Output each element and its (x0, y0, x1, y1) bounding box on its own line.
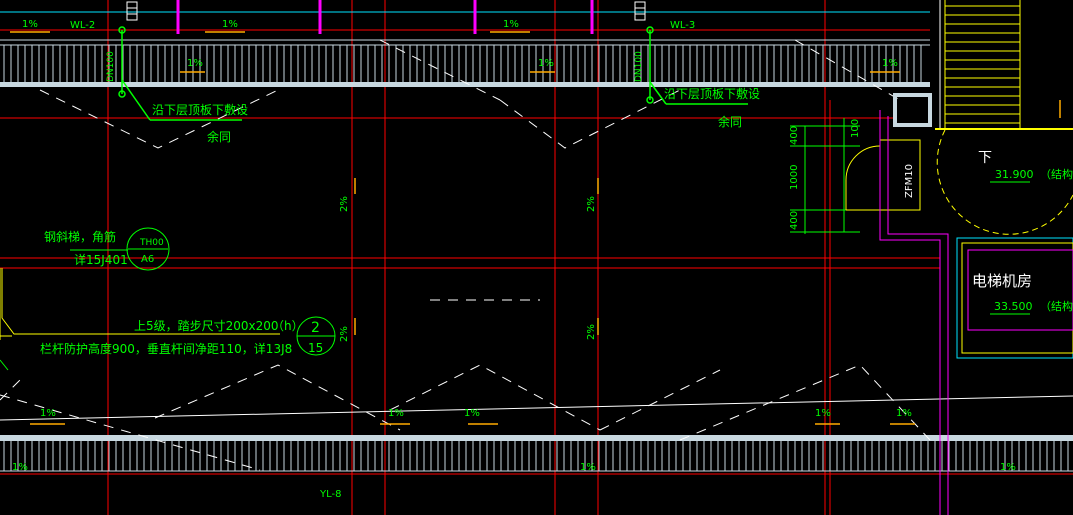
gutter-line (0, 395, 1073, 421)
pipe-size-label: DN100 (106, 51, 116, 82)
elevation-note: （结构 (1040, 167, 1073, 181)
elevation-label: 33.500 (994, 300, 1033, 313)
pipe-size-label: DN100 (634, 51, 644, 82)
room-label-machine: 电梯机房 (972, 272, 1032, 290)
slope-label: 1% (815, 408, 831, 419)
slope-label: 1% (22, 19, 38, 30)
slope-label: 1% (388, 408, 404, 419)
bottom-parapet (0, 435, 1073, 472)
note-railing: 栏杆防护高度900，垂直杆间净距110，详13J8 (40, 341, 292, 356)
dimension-label: 1000 (789, 165, 800, 190)
room-label-down: 下 (978, 150, 992, 166)
elevation-label: 31.900 (995, 168, 1034, 181)
note-along-slab-right: 沿下层顶板下敷设 (664, 86, 760, 101)
detail-index-bottom: A6 (141, 254, 154, 265)
detail-index-bottom: 15 (308, 341, 323, 355)
note-same-left: 余同 (207, 129, 231, 144)
slope-label: 2% (586, 196, 597, 212)
elevation-note: （结构 (1040, 299, 1073, 313)
slope-label: 1% (538, 58, 554, 69)
stairs-callout: 上5级，踏步尺寸200x200 （h） 栏杆防护高度900，垂直杆间净距110，… (0, 268, 336, 371)
slope-label: 1% (187, 58, 203, 69)
steel-ladder-callout: 钢斜梯，角筋 详15J401 TH00 A6 (44, 227, 170, 271)
pipe-label-yl8: YL-8 (319, 489, 341, 500)
slope-label: 1% (464, 408, 480, 419)
slope-label: 1% (12, 462, 28, 473)
dimension-label: 400 (789, 211, 800, 230)
pipe-top-symbols (126, 1, 646, 21)
door-label: ZFM10 (904, 164, 915, 198)
note-stairs-h: （h） (272, 319, 304, 333)
slope-label: 1% (222, 19, 238, 30)
detail-index-top: 2 (311, 320, 320, 336)
slope-label: 2% (339, 196, 350, 212)
note-steel-ladder-ref: 详15J401 (74, 252, 128, 267)
note-along-slab-left: 沿下层顶板下敷设 (152, 102, 248, 117)
slope-label: 1% (503, 19, 519, 30)
cad-drawing: 1% 1% 1% 1% 1% 1% 1% 1% 1% 1% 1% 1% 1% 1… (0, 0, 1073, 515)
pipe-label-wl2: WL-2 (70, 20, 95, 31)
slope-label: 1% (40, 408, 56, 419)
slope-label: 1% (580, 462, 596, 473)
note-stairs: 上5级，踏步尺寸200x200 (134, 319, 279, 333)
pipe-label-wl3: WL-3 (670, 20, 695, 31)
slope-label: 2% (586, 324, 597, 340)
dimension-label: 400 (789, 126, 800, 145)
note-same-right: 余同 (718, 114, 742, 129)
slope-label: 1% (1000, 462, 1016, 473)
dimension-label: 100 (850, 119, 861, 138)
note-steel-ladder: 钢斜梯，角筋 (44, 229, 116, 244)
detail-index-top: TH00 (139, 238, 164, 248)
slope-label: 1% (882, 58, 898, 69)
top-parapet (0, 11, 930, 87)
slope-label: 1% (896, 408, 912, 419)
slope-label: 2% (339, 326, 350, 342)
